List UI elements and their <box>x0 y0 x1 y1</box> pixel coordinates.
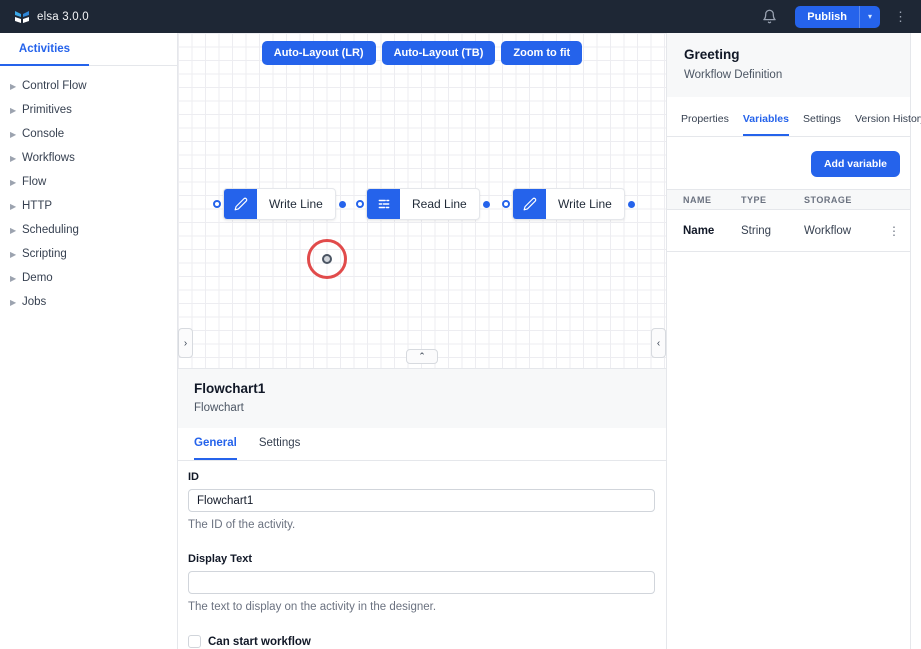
activity-properties-panel: Flowchart1 Flowchart General Settings ID… <box>178 368 666 649</box>
tab-properties[interactable]: Properties <box>681 103 729 136</box>
node-label: Write Line <box>257 189 335 219</box>
variable-name: Name <box>683 225 741 237</box>
workflow-canvas[interactable]: Auto-Layout (LR) Auto-Layout (TB) Zoom t… <box>178 33 666 368</box>
sidebar-item-demo[interactable]: ▶Demo <box>0 266 177 290</box>
workflow-definition-panel: Greeting Workflow Definition Properties … <box>666 33 921 649</box>
app-version-label: elsa 3.0.0 <box>37 11 89 23</box>
sidebar-item-scripting[interactable]: ▶Scripting <box>0 242 177 266</box>
elsa-workflow-designer: elsa 3.0.0 Publish ▾ ⋮ Activities ▶Contr… <box>0 0 921 649</box>
output-port[interactable] <box>628 201 635 208</box>
activities-sidebar: Activities ▶Control Flow ▶Primitives ▶Co… <box>0 33 178 649</box>
auto-layout-lr-button[interactable]: Auto-Layout (LR) <box>262 41 376 65</box>
chevron-right-icon: ▶ <box>10 250 22 259</box>
lines-icon <box>367 189 400 219</box>
chevron-right-icon: ▶ <box>10 130 22 139</box>
cursor-icon <box>322 254 332 264</box>
chevron-right-icon: ▶ <box>10 154 22 163</box>
column-header-type: TYPE <box>741 195 804 205</box>
variable-table-row: Name String Workflow ⋮ <box>667 210 910 252</box>
chevron-right-icon: ▶ <box>10 298 22 307</box>
chevron-up-icon: ⌃ <box>418 351 426 362</box>
workflow-panel-tabbar: Properties Variables Settings Version Hi… <box>667 103 910 137</box>
display-text-field-label: Display Text <box>188 553 656 565</box>
pencil-icon <box>224 189 257 219</box>
column-header-name: NAME <box>683 195 741 205</box>
node-label: Read Line <box>400 189 479 219</box>
sidebar-item-http[interactable]: ▶HTTP <box>0 194 177 218</box>
canvas-toolbar: Auto-Layout (LR) Auto-Layout (TB) Zoom t… <box>178 41 666 65</box>
auto-layout-tb-button[interactable]: Auto-Layout (TB) <box>382 41 496 65</box>
activity-panel-header: Flowchart1 Flowchart <box>178 369 666 428</box>
tab-variables[interactable]: Variables <box>743 103 789 136</box>
sidebar-item-control-flow[interactable]: ▶Control Flow <box>0 74 177 98</box>
variable-row-menu-icon[interactable]: ⋮ <box>888 225 910 237</box>
chevron-right-icon: ▶ <box>10 178 22 187</box>
input-port[interactable] <box>213 200 221 208</box>
zoom-to-fit-button[interactable]: Zoom to fit <box>501 41 582 65</box>
overflow-menu-icon[interactable]: ⋮ <box>894 10 907 23</box>
chevron-right-icon: › <box>184 338 187 349</box>
chevron-right-icon: ▶ <box>10 226 22 235</box>
activity-category-tree: ▶Control Flow ▶Primitives ▶Console ▶Work… <box>0 66 177 314</box>
tab-activities[interactable]: Activities <box>0 33 89 66</box>
column-header-storage: STORAGE <box>804 195 888 205</box>
chevron-right-icon: ▶ <box>10 106 22 115</box>
output-port[interactable] <box>483 201 490 208</box>
sidebar-item-flow[interactable]: ▶Flow <box>0 170 177 194</box>
chevron-left-icon: ‹ <box>657 338 660 349</box>
publish-button[interactable]: Publish <box>795 6 859 28</box>
activity-node-write-line-2[interactable]: Write Line <box>512 188 625 220</box>
elsa-logo-icon <box>14 9 30 25</box>
tab-general[interactable]: General <box>194 428 237 460</box>
collapse-right-panel-button[interactable]: ‹ <box>651 328 666 358</box>
input-port[interactable] <box>502 200 510 208</box>
add-variable-button[interactable]: Add variable <box>811 151 900 177</box>
workflow-type-label: Workflow Definition <box>684 69 893 81</box>
variable-storage: Workflow <box>804 225 888 237</box>
variable-type: String <box>741 225 804 237</box>
chevron-right-icon: ▶ <box>10 82 22 91</box>
publish-split-button: Publish ▾ <box>795 6 880 28</box>
cursor-highlight-ring <box>307 239 347 279</box>
id-field-help: The ID of the activity. <box>188 519 656 531</box>
top-bar: elsa 3.0.0 Publish ▾ ⋮ <box>0 0 921 33</box>
sidebar-item-workflows[interactable]: ▶Workflows <box>0 146 177 170</box>
output-port[interactable] <box>339 201 346 208</box>
input-port[interactable] <box>356 200 364 208</box>
notifications-bell-icon[interactable] <box>762 9 777 24</box>
workflow-panel-header: Greeting Workflow Definition <box>667 33 910 97</box>
sidebar-tabbar: Activities <box>0 33 177 66</box>
id-field[interactable] <box>188 489 655 512</box>
app-logo: elsa 3.0.0 <box>14 9 89 25</box>
collapse-bottom-panel-button[interactable]: ⌃ <box>406 349 438 364</box>
chevron-right-icon: ▶ <box>10 202 22 211</box>
pencil-icon <box>513 189 546 219</box>
sidebar-item-console[interactable]: ▶Console <box>0 122 177 146</box>
activity-title: Flowchart1 <box>194 381 650 396</box>
variables-table-header: NAME TYPE STORAGE <box>667 189 910 210</box>
activity-panel-tabbar: General Settings <box>178 428 666 461</box>
sidebar-item-scheduling[interactable]: ▶Scheduling <box>0 218 177 242</box>
tab-settings[interactable]: Settings <box>259 428 301 460</box>
activity-node-read-line[interactable]: Read Line <box>366 188 480 220</box>
tab-version-history[interactable]: Version History <box>855 103 921 136</box>
display-text-field[interactable] <box>188 571 655 594</box>
activity-type-label: Flowchart <box>194 402 650 414</box>
sidebar-item-jobs[interactable]: ▶Jobs <box>0 290 177 314</box>
publish-dropdown-caret[interactable]: ▾ <box>859 6 880 28</box>
id-field-label: ID <box>188 471 656 483</box>
sidebar-item-primitives[interactable]: ▶Primitives <box>0 98 177 122</box>
can-start-workflow-label: Can start workflow <box>208 636 311 648</box>
activity-node-write-line-1[interactable]: Write Line <box>223 188 336 220</box>
tab-settings[interactable]: Settings <box>803 103 841 136</box>
display-text-field-help: The text to display on the activity in t… <box>188 601 656 613</box>
activity-panel-content: ID The ID of the activity. Display Text … <box>178 461 666 649</box>
chevron-right-icon: ▶ <box>10 274 22 283</box>
node-label: Write Line <box>546 189 624 219</box>
collapse-left-panel-button[interactable]: › <box>178 328 193 358</box>
can-start-workflow-checkbox[interactable] <box>188 635 201 648</box>
workflow-title: Greeting <box>684 47 893 62</box>
